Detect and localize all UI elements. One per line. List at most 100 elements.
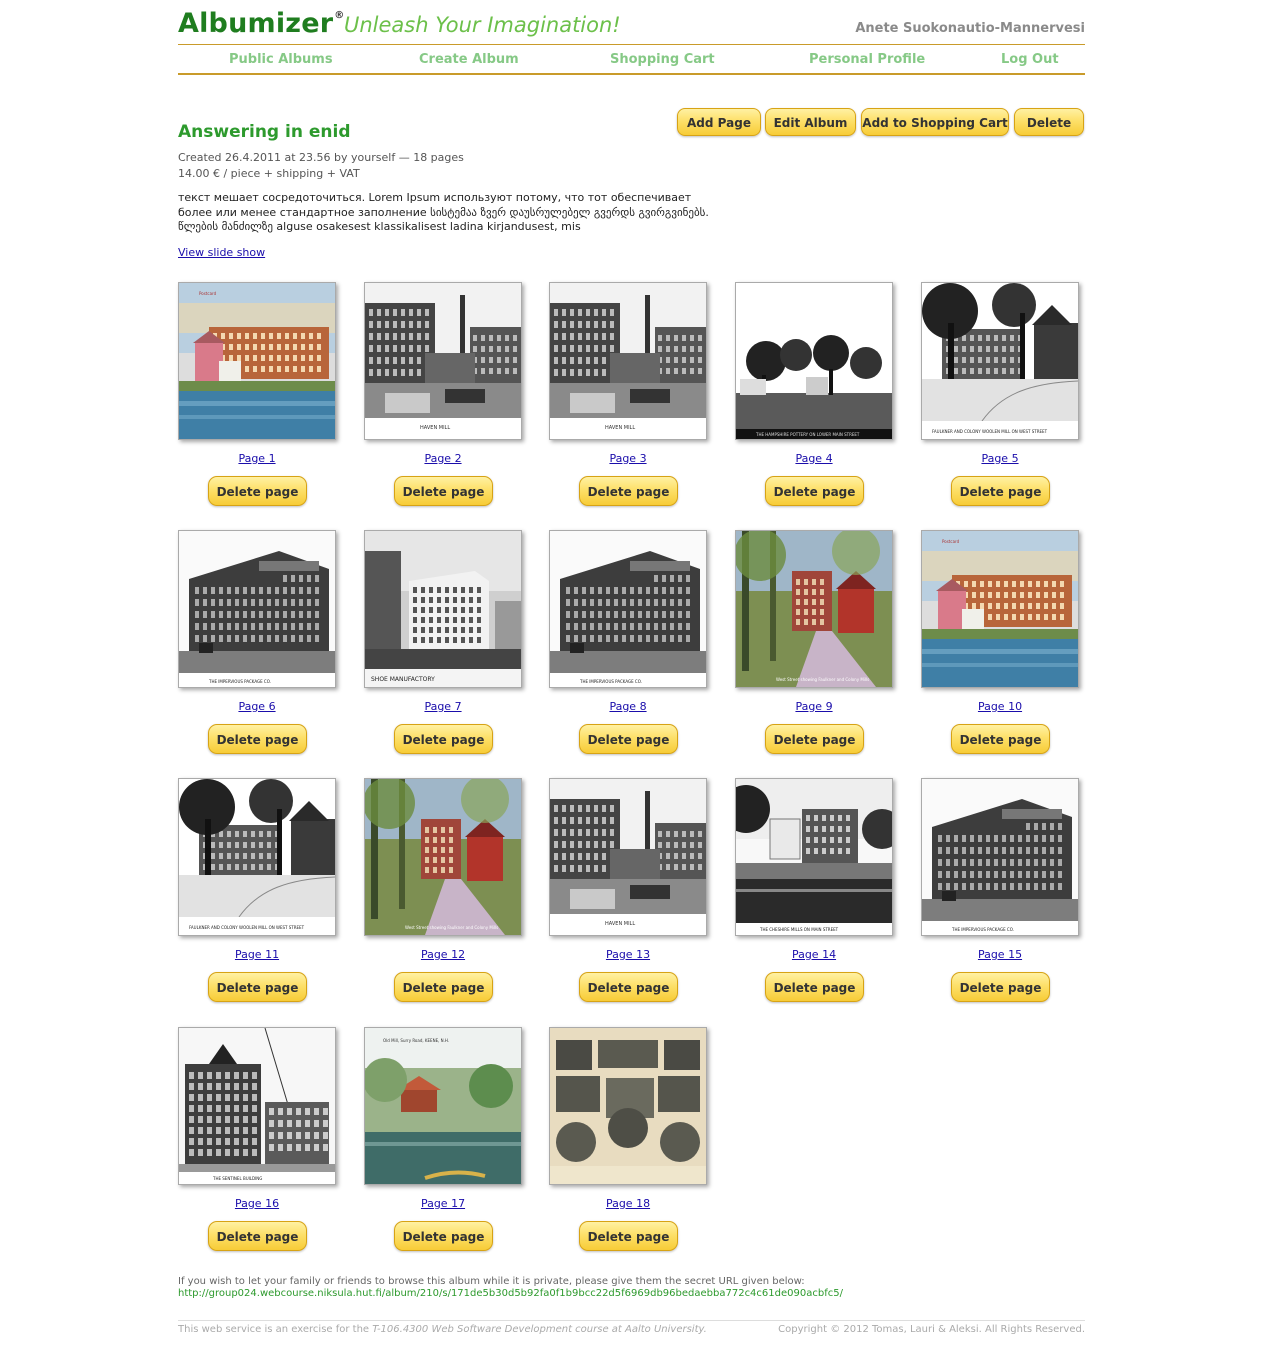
page-thumbnail[interactable]: FAULKNER AND COLONY WOOLEN MILL ON WEST … [178, 778, 336, 936]
footer-note: This web service is an exercise for the … [178, 1324, 707, 1335]
delete-page-button[interactable]: Delete page [579, 972, 678, 1002]
album-price: 14.00 € / piece + shipping + VAT [178, 167, 360, 180]
svg-text:Postcard: Postcard [199, 291, 217, 296]
nav-log-out[interactable]: Log Out [1001, 52, 1059, 67]
page-link[interactable]: Page 6 [178, 700, 336, 713]
edit-album-button[interactable]: Edit Album [765, 108, 856, 136]
delete-page-button[interactable]: Delete page [579, 724, 678, 754]
page-link[interactable]: Page 18 [549, 1197, 707, 1210]
delete-page-button[interactable]: Delete page [579, 1221, 678, 1251]
page-link[interactable]: Page 3 [549, 452, 707, 465]
page-link[interactable]: Page 1 [178, 452, 336, 465]
delete-page-button[interactable]: Delete page [208, 476, 307, 506]
footer-copyright: Copyright © 2012 Tomas, Lauri & Aleksi. … [778, 1324, 1085, 1335]
svg-text:West Street showing Faulkner a: West Street showing Faulkner and Colony … [776, 677, 869, 682]
page-link[interactable]: Page 2 [364, 452, 522, 465]
slideshow-link[interactable]: View slide show [178, 246, 265, 259]
page-thumbnail[interactable]: HAVEN MILL [549, 778, 707, 936]
main-nav: Public Albums Create Album Shopping Cart… [178, 52, 1085, 68]
page-thumbnail[interactable]: THE IMPERVIOUS PACKAGE CO. [549, 530, 707, 688]
page-thumbnail[interactable]: West Street showing Faulkner and Colony … [735, 530, 893, 688]
svg-text:THE SENTINEL BUILDING: THE SENTINEL BUILDING [212, 1176, 262, 1181]
page-thumbnail[interactable]: THE HAMPSHIRE POTTERY ON LOWER MAIN STRE… [735, 282, 893, 440]
footer-course: T-106.4300 Web Software Development cour… [372, 1324, 622, 1335]
page-link[interactable]: Page 9 [735, 700, 893, 713]
svg-text:West Street showing Faulkner a: West Street showing Faulkner and Colony … [405, 925, 498, 930]
delete-page-button[interactable]: Delete page [765, 972, 864, 1002]
nav-shopping-cart[interactable]: Shopping Cart [610, 52, 715, 67]
album-created: Created 26.4.2011 at 23.56 by yourself —… [178, 151, 464, 164]
page-link[interactable]: Page 5 [921, 452, 1079, 465]
delete-page-button[interactable]: Delete page [208, 1221, 307, 1251]
page-link[interactable]: Page 8 [549, 700, 707, 713]
page-thumbnail[interactable] [549, 1027, 707, 1185]
secret-url-link[interactable]: http://group024.webcourse.niksula.hut.fi… [178, 1288, 843, 1300]
page-link[interactable]: Page 13 [549, 948, 707, 961]
page-thumbnail[interactable]: Postcard [921, 530, 1079, 688]
page-link[interactable]: Page 15 [921, 948, 1079, 961]
page-link[interactable]: Page 10 [921, 700, 1079, 713]
delete-page-button[interactable]: Delete page [951, 476, 1050, 506]
delete-page-button[interactable]: Delete page [394, 1221, 493, 1251]
delete-page-button[interactable]: Delete page [394, 972, 493, 1002]
delete-page-button[interactable]: Delete page [765, 724, 864, 754]
footer-university: Aalto University. [625, 1324, 707, 1335]
page-thumbnail[interactable]: FAULKNER AND COLONY WOOLEN MILL ON WEST … [921, 282, 1079, 440]
page-thumbnail[interactable]: Postcard [178, 282, 336, 440]
page-thumbnail[interactable]: HAVEN MILL [364, 282, 522, 440]
page-thumbnail[interactable]: Old Mill, Surry Road, KEENE, N.H. [364, 1027, 522, 1185]
svg-text:Postcard: Postcard [942, 539, 960, 544]
delete-page-button[interactable]: Delete page [951, 972, 1050, 1002]
delete-page-button[interactable]: Delete page [394, 476, 493, 506]
site-logo[interactable]: Albumizer® [178, 8, 344, 39]
page-link[interactable]: Page 12 [364, 948, 522, 961]
nav-personal-profile[interactable]: Personal Profile [809, 52, 925, 67]
page-link[interactable]: Page 16 [178, 1197, 336, 1210]
page-thumbnail[interactable]: THE IMPERVIOUS PACKAGE CO. [921, 778, 1079, 936]
page-link[interactable]: Page 17 [364, 1197, 522, 1210]
svg-text:Old Mill, Surry Road, KEENE, N: Old Mill, Surry Road, KEENE, N.H. [383, 1038, 449, 1043]
brand-name[interactable]: Albumizer [178, 8, 333, 39]
page-thumbnail[interactable]: SHOE MANUFACTORY [364, 530, 522, 688]
header-divider [178, 44, 1085, 45]
page-link[interactable]: Page 4 [735, 452, 893, 465]
nav-divider [178, 73, 1085, 75]
page-thumbnail[interactable]: THE IMPERVIOUS PACKAGE CO. [178, 530, 336, 688]
svg-text:THE IMPERVIOUS PACKAGE CO.: THE IMPERVIOUS PACKAGE CO. [579, 679, 642, 684]
album-title: Answering in enid [178, 122, 351, 142]
page-thumbnail[interactable]: West Street showing Faulkner and Colony … [364, 778, 522, 936]
secret-url-note: If you wish to let your family or friend… [178, 1276, 805, 1287]
delete-page-button[interactable]: Delete page [951, 724, 1050, 754]
delete-page-button[interactable]: Delete page [394, 724, 493, 754]
page-link[interactable]: Page 14 [735, 948, 893, 961]
registered-mark: ® [334, 10, 345, 21]
svg-text:HAVEN MILL: HAVEN MILL [605, 425, 635, 431]
page-thumbnail[interactable]: THE CHESHIRE MILLS ON MAIN STREET [735, 778, 893, 936]
page-link[interactable]: Page 11 [178, 948, 336, 961]
svg-text:THE IMPERVIOUS PACKAGE CO.: THE IMPERVIOUS PACKAGE CO. [208, 679, 271, 684]
secret-url-section: If you wish to let your family or friend… [178, 1276, 843, 1300]
page-thumbnail[interactable]: THE SENTINEL BUILDING [178, 1027, 336, 1185]
delete-page-button[interactable]: Delete page [208, 724, 307, 754]
svg-text:THE HAMPSHIRE POTTERY ON LOWER: THE HAMPSHIRE POTTERY ON LOWER MAIN STRE… [755, 432, 860, 437]
nav-create-album[interactable]: Create Album [419, 52, 519, 67]
delete-album-button[interactable]: Delete [1014, 108, 1084, 136]
svg-text:FAULKNER AND COLONY WOOLEN MIL: FAULKNER AND COLONY WOOLEN MILL ON WEST … [932, 429, 1048, 434]
svg-text:HAVEN MILL: HAVEN MILL [605, 921, 635, 927]
page-link[interactable]: Page 7 [364, 700, 522, 713]
delete-page-button[interactable]: Delete page [208, 972, 307, 1002]
footer-divider [178, 1320, 1085, 1321]
svg-text:HAVEN MILL: HAVEN MILL [420, 425, 450, 431]
nav-public-albums[interactable]: Public Albums [229, 52, 333, 67]
add-to-cart-button[interactable]: Add to Shopping Cart [861, 108, 1009, 136]
svg-text:FAULKNER AND COLONY WOOLEN MIL: FAULKNER AND COLONY WOOLEN MILL ON WEST … [189, 925, 305, 930]
add-page-button[interactable]: Add Page [677, 108, 761, 136]
delete-page-button[interactable]: Delete page [579, 476, 678, 506]
svg-text:THE IMPERVIOUS PACKAGE CO.: THE IMPERVIOUS PACKAGE CO. [951, 927, 1014, 932]
user-name: Anete Suokonautio-Mannervesi [855, 21, 1085, 36]
footer-prefix: This web service is an exercise for the [178, 1324, 370, 1335]
svg-text:THE CHESHIRE MILLS ON MAIN STR: THE CHESHIRE MILLS ON MAIN STREET [759, 927, 839, 932]
page-thumbnail[interactable]: HAVEN MILL [549, 282, 707, 440]
svg-text:SHOE MANUFACTORY: SHOE MANUFACTORY [371, 676, 435, 683]
delete-page-button[interactable]: Delete page [765, 476, 864, 506]
